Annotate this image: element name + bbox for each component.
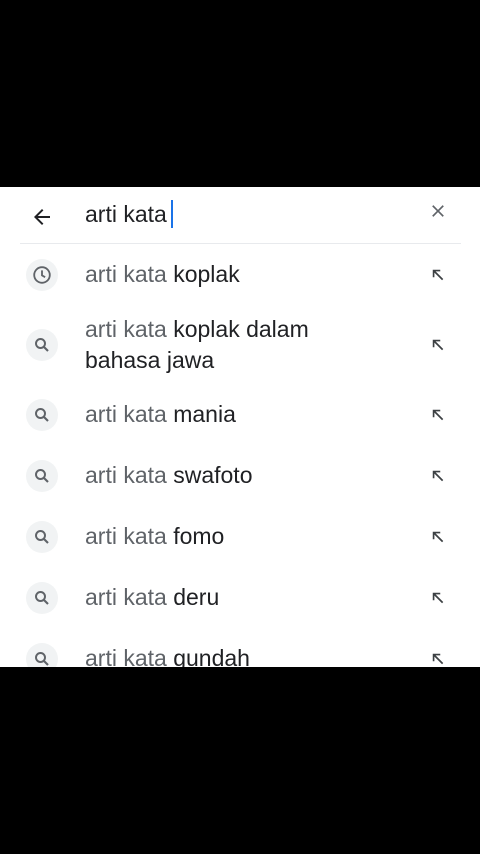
arrow-up-left-icon: [432, 470, 444, 482]
close-icon: [432, 205, 444, 217]
search-icon: [26, 329, 58, 361]
suggestion-text: arti kata fomo: [85, 523, 225, 549]
suggestion-item[interactable]: arti kata swafoto: [0, 445, 480, 505]
search-input[interactable]: arti kata: [85, 199, 173, 229]
suggestion-text: arti kata koplak: [85, 261, 240, 287]
fill-query-button[interactable]: [424, 584, 452, 612]
divider: [20, 243, 461, 244]
suggestion-text: arti kata swafoto: [85, 462, 253, 488]
text-cursor: [170, 200, 173, 229]
arrow-up-left-icon: [432, 339, 444, 351]
clear-button[interactable]: [418, 191, 458, 231]
fill-query-button[interactable]: [424, 261, 452, 289]
suggestion-item[interactable]: arti kata mania: [0, 384, 480, 444]
arrow-up-left-icon: [432, 269, 444, 281]
arrow-up-left-icon: [432, 409, 444, 421]
search-icon: [26, 460, 58, 492]
arrow-back-icon: [34, 209, 50, 225]
suggestion-item[interactable]: arti kata deru: [0, 567, 480, 627]
suggestion-text: arti kata mania: [85, 401, 236, 427]
suggestion-text: arti kata gundah: [85, 645, 250, 667]
search-query-text: arti kata: [85, 201, 167, 227]
suggestion-item[interactable]: arti kata fomo: [0, 506, 480, 566]
search-icon: [26, 582, 58, 614]
history-icon: [26, 259, 58, 291]
suggestion-item[interactable]: arti kata koplak dalam bahasa jawa: [0, 313, 480, 379]
search-bar: arti kata: [0, 187, 480, 243]
suggestion-item[interactable]: arti kata gundah: [0, 628, 480, 667]
fill-query-button[interactable]: [424, 401, 452, 429]
suggestion-text: arti kata koplak dalam bahasa jawa: [85, 316, 309, 373]
arrow-up-left-icon: [432, 653, 444, 665]
fill-query-button[interactable]: [424, 523, 452, 551]
search-icon: [26, 399, 58, 431]
search-icon: [26, 521, 58, 553]
arrow-up-left-icon: [432, 531, 444, 543]
suggestion-text: arti kata deru: [85, 584, 220, 610]
search-screen: arti kata arti kata koplak arti kata kop…: [0, 187, 480, 667]
back-button[interactable]: [22, 197, 62, 237]
arrow-up-left-icon: [432, 592, 444, 604]
suggestion-item[interactable]: arti kata koplak: [0, 245, 480, 305]
search-icon: [26, 643, 58, 667]
fill-query-button[interactable]: [424, 462, 452, 490]
fill-query-button[interactable]: [424, 331, 452, 359]
fill-query-button[interactable]: [424, 645, 452, 667]
